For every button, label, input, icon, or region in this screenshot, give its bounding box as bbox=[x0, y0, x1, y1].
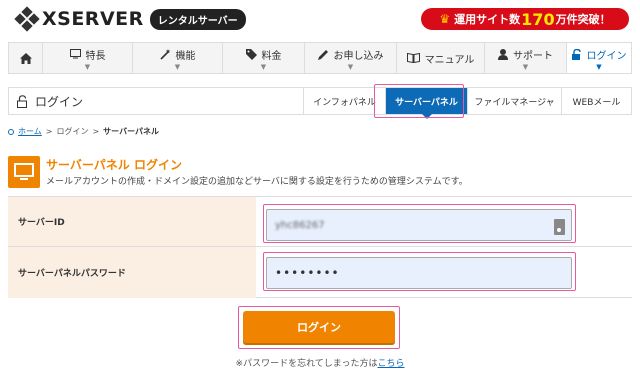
circle-icon bbox=[8, 128, 14, 135]
campaign-banner[interactable]: ♛ 運用サイト数 170 万件突破！ bbox=[421, 8, 629, 30]
server-id-label: サーバーID bbox=[8, 197, 256, 246]
chevron-down-icon: ▼ bbox=[260, 62, 267, 71]
nav-features[interactable]: 特長 ▼ bbox=[43, 43, 133, 73]
breadcrumb-home[interactable]: ホーム bbox=[18, 126, 42, 137]
logo-badge: レンタルサーバー bbox=[149, 8, 246, 30]
monitor-icon bbox=[69, 49, 81, 59]
crown-icon: ♛ bbox=[439, 12, 451, 26]
xserver-logo[interactable]: XSERVER レンタルサーバー bbox=[14, 6, 246, 32]
campaign-suffix: 万件突破！ bbox=[555, 13, 611, 26]
login-subbar: ログイン インフォパネル サーバーパネル ファイルマネージャ WEBメール bbox=[8, 87, 632, 119]
monitor-icon bbox=[8, 156, 40, 188]
nav-home[interactable] bbox=[9, 43, 43, 73]
breadcrumb: ホーム > ログイン > サーバーパネル bbox=[8, 126, 159, 137]
panel-description: メールアカウントの作成・ドメイン設定の追加などサーバに関する設定を行うための管理… bbox=[46, 177, 468, 187]
unlock-icon bbox=[571, 48, 581, 60]
panel-title: サーバーパネル ログイン bbox=[46, 158, 182, 172]
chevron-down-icon: ▼ bbox=[84, 62, 91, 71]
home-icon bbox=[19, 52, 32, 64]
tag-icon bbox=[245, 48, 257, 60]
forgot-password-link[interactable]: こちら bbox=[377, 359, 404, 369]
magic-wand-icon bbox=[159, 48, 170, 60]
chevron-down-icon: ▼ bbox=[174, 62, 181, 71]
subbar-title: ログイン bbox=[17, 88, 83, 114]
breadcrumb-current: サーバーパネル bbox=[103, 127, 160, 136]
subbar-title-text: ログイン bbox=[35, 94, 84, 109]
nav-label-functions: 機能 bbox=[175, 50, 196, 62]
nav-label-manual: マニュアル bbox=[424, 54, 475, 66]
breadcrumb-login[interactable]: ログイン bbox=[56, 126, 88, 137]
person-icon bbox=[498, 48, 508, 60]
nav-label-features: 特長 bbox=[85, 50, 106, 62]
forgot-password-text: ※パスワードを忘れてしまった方は bbox=[235, 359, 378, 369]
panel-tabs: インフォパネル サーバーパネル ファイルマネージャ WEBメール bbox=[303, 88, 631, 119]
breadcrumb-separator: > bbox=[45, 127, 53, 136]
breadcrumb-separator: > bbox=[92, 127, 100, 136]
nav-label-apply: お申し込み bbox=[333, 50, 384, 62]
nav-label-pricing: 料金 bbox=[261, 50, 282, 62]
pencil-icon bbox=[317, 49, 328, 60]
nav-functions[interactable]: 機能 ▼ bbox=[133, 43, 223, 73]
chevron-down-icon: ▼ bbox=[522, 62, 529, 71]
server-id-row: サーバーID yhc86267 bbox=[8, 197, 632, 247]
tab-server-panel[interactable]: サーバーパネル bbox=[385, 88, 467, 119]
tab-info-panel[interactable]: インフォパネル bbox=[303, 88, 385, 114]
diamond-logo-icon bbox=[14, 6, 40, 32]
server-id-value: yhc86267 bbox=[275, 219, 325, 231]
password-input[interactable]: •••••••• bbox=[266, 257, 572, 289]
unlock-icon bbox=[17, 94, 27, 108]
password-manager-icon[interactable] bbox=[554, 219, 565, 235]
book-icon bbox=[406, 53, 420, 63]
nav-label-support: サポート bbox=[513, 50, 553, 62]
password-row: サーバーパネルパスワード •••••••• bbox=[8, 247, 632, 298]
logo-text: XSERVER bbox=[42, 8, 144, 30]
nav-pricing[interactable]: 料金 ▼ bbox=[223, 43, 305, 73]
password-label: サーバーパネルパスワード bbox=[8, 247, 256, 298]
nav-login[interactable]: ログイン ▼ bbox=[567, 43, 631, 73]
login-form: サーバーID yhc86267 サーバーパネルパスワード •••••••• bbox=[8, 196, 632, 298]
nav-support[interactable]: サポート ▼ bbox=[485, 43, 567, 73]
main-nav: 特長 ▼ 機能 ▼ 料金 ▼ お申し込み ▼ マニュアル サポート ▼ ログイン… bbox=[8, 42, 632, 74]
panel-heading: サーバーパネル ログイン メールアカウントの作成・ドメイン設定の追加などサーバに… bbox=[8, 154, 632, 190]
nav-label-login: ログイン bbox=[586, 50, 627, 62]
forgot-password: ※パスワードを忘れてしまった方はこちら bbox=[0, 356, 640, 369]
nav-apply[interactable]: お申し込み ▼ bbox=[305, 43, 397, 73]
tab-webmail[interactable]: WEBメール bbox=[561, 88, 631, 114]
tab-file-manager[interactable]: ファイルマネージャ bbox=[467, 88, 561, 114]
login-button[interactable]: ログイン bbox=[243, 311, 395, 343]
chevron-down-icon: ▼ bbox=[596, 62, 602, 71]
server-id-input[interactable]: yhc86267 bbox=[266, 209, 572, 241]
chevron-down-icon: ▼ bbox=[347, 62, 354, 71]
campaign-prefix: 運用サイト数 bbox=[454, 13, 521, 26]
campaign-number: 170 bbox=[521, 9, 555, 29]
site-header: XSERVER レンタルサーバー ♛ 運用サイト数 170 万件突破！ bbox=[0, 0, 640, 40]
nav-manual[interactable]: マニュアル bbox=[397, 43, 485, 73]
password-value: •••••••• bbox=[275, 266, 340, 280]
